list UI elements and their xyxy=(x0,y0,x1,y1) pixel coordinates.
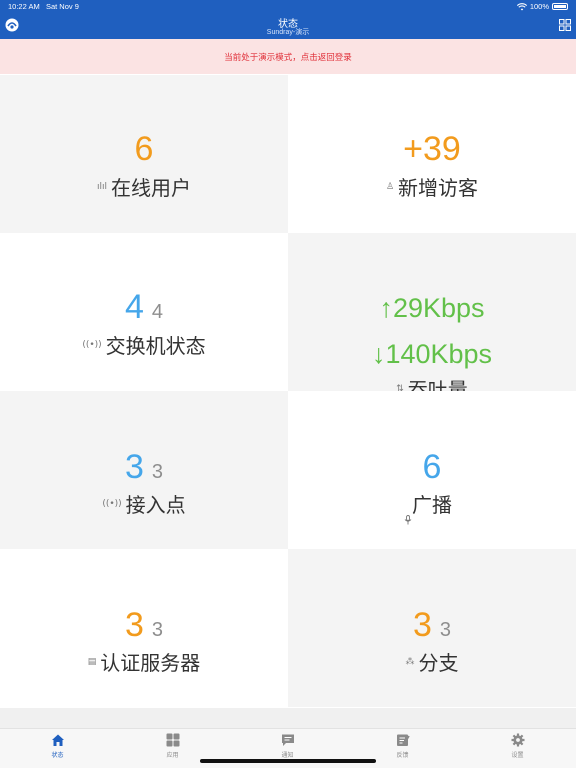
online-users-value-row: 6 xyxy=(0,130,288,169)
branches-online-count: 3 xyxy=(412,606,432,644)
new-visitors-label-row: ♙ 新增访客 xyxy=(288,172,576,201)
switch-total-count: 4 xyxy=(151,301,164,323)
scan-grid-icon[interactable] xyxy=(559,19,571,31)
access-points-label-row: ((•)) 接入点 xyxy=(0,489,288,518)
feedback-icon xyxy=(396,734,410,746)
apps-grid-icon xyxy=(166,733,179,747)
tile-auth-servers[interactable]: 33 ▤ 认证服务器 xyxy=(0,549,288,707)
switch-status-label-row: ((•)) 交换机状态 xyxy=(0,330,288,359)
new-visitors-value-row: +39 xyxy=(288,130,576,169)
tile-switch-status[interactable]: 44 ((•)) 交换机状态 xyxy=(0,233,288,391)
auth-servers-label: 认证服务器 xyxy=(100,651,201,675)
broadcast-label: 广播 xyxy=(412,493,452,517)
message-icon xyxy=(281,734,294,746)
tile-new-visitors[interactable]: +39 ♙ 新增访客 xyxy=(288,75,576,233)
tile-throughput[interactable]: ↑29Kbps ↓140Kbps ⇅ 吞吐量 xyxy=(288,233,576,391)
tile-online-users[interactable]: 6 ılıl 在线用户 xyxy=(0,75,288,233)
demo-mode-banner[interactable]: 当前处于演示模式，点击返回登录 xyxy=(0,39,576,74)
tab-status[interactable]: 状态 xyxy=(0,733,115,759)
microphone-icon xyxy=(404,515,412,525)
auth-servers-value-row: 33 xyxy=(0,606,288,645)
throughput-up-rate: ↑29Kbps xyxy=(379,293,485,323)
online-users-label: 在线用户 xyxy=(111,176,191,200)
branches-label: 分支 xyxy=(418,651,459,675)
status-indicators: 100% xyxy=(516,2,568,11)
throughput-label: 吞吐量 xyxy=(407,378,468,391)
tab-settings-label: 设置 xyxy=(511,752,524,759)
branches-value-row: 33 xyxy=(288,606,576,645)
switch-status-label: 交换机状态 xyxy=(105,334,206,358)
signal-broadcast-icon: ((•)) xyxy=(82,339,102,350)
branches-total-count: 3 xyxy=(439,619,452,641)
tile-branches[interactable]: 33 ⁂ 分支 xyxy=(288,549,576,707)
up-down-arrows-icon: ⇅ xyxy=(396,383,404,392)
battery-icon xyxy=(552,3,568,10)
broadcast-count: 6 xyxy=(422,448,442,486)
new-visitors-count: +39 xyxy=(403,130,461,168)
ap-total-count: 3 xyxy=(151,461,164,483)
tab-notifications[interactable]: 通知 xyxy=(230,733,345,759)
tab-feedback[interactable]: 反馈 xyxy=(345,733,460,759)
demo-mode-text: 当前处于演示模式，点击返回登录 xyxy=(224,51,352,62)
branch-nodes-icon: ⁂ xyxy=(405,656,415,667)
home-indicator[interactable] xyxy=(200,759,376,763)
tab-apps-label: 应用 xyxy=(166,752,179,759)
throughput-label-row: ⇅ 吞吐量 xyxy=(288,374,576,391)
signal-broadcast-icon: ((•)) xyxy=(102,498,122,509)
tile-access-points[interactable]: 33 ((•)) 接入点 xyxy=(0,391,288,549)
throughput-down-rate: ↓140Kbps xyxy=(371,339,493,369)
auth-servers-label-row: ▤ 认证服务器 xyxy=(0,647,288,676)
tab-feedback-label: 反馈 xyxy=(396,752,409,759)
person-icon: ♙ xyxy=(385,181,395,192)
wifi-icon xyxy=(516,2,527,10)
status-time: 10:22 AM Sat Nov 9 xyxy=(8,2,79,11)
access-points-value-row: 33 xyxy=(0,448,288,487)
status-date-text: Sat Nov 9 xyxy=(45,2,79,11)
broadcast-value-row: 6 xyxy=(288,448,576,487)
page-subtitle: Sundray-演示 xyxy=(266,29,310,36)
server-icon: ▤ xyxy=(87,656,97,667)
online-users-label-row: ılıl 在线用户 xyxy=(0,172,288,201)
broadcast-label-row: 广播 xyxy=(288,489,576,518)
access-points-label: 接入点 xyxy=(125,493,186,517)
branches-label-row: ⁂ 分支 xyxy=(288,647,576,676)
tile-broadcast[interactable]: 6 广播 xyxy=(288,391,576,549)
status-time-text: 10:22 AM xyxy=(8,2,40,11)
battery-percent: 100% xyxy=(529,2,549,11)
home-icon xyxy=(51,734,64,746)
gear-icon xyxy=(511,733,524,747)
tab-notifications-label: 通知 xyxy=(281,752,294,759)
tab-apps[interactable]: 应用 xyxy=(115,733,230,759)
top-bar: 10:22 AM Sat Nov 9 100% 状态 Sundray-演示 xyxy=(0,0,576,39)
new-visitors-label: 新增访客 xyxy=(398,176,479,200)
content-bottom-strip xyxy=(0,708,576,728)
tab-status-label: 状态 xyxy=(51,752,64,759)
switch-online-count: 4 xyxy=(124,288,144,326)
online-users-count: 6 xyxy=(134,130,154,168)
auth-servers-online-count: 3 xyxy=(124,606,144,644)
ap-online-count: 3 xyxy=(124,448,144,486)
tab-settings[interactable]: 设置 xyxy=(460,733,575,759)
bar-chart-icon: ılıl xyxy=(96,181,107,192)
switch-status-value-row: 44 xyxy=(0,288,288,327)
auth-servers-total-count: 3 xyxy=(151,619,164,641)
